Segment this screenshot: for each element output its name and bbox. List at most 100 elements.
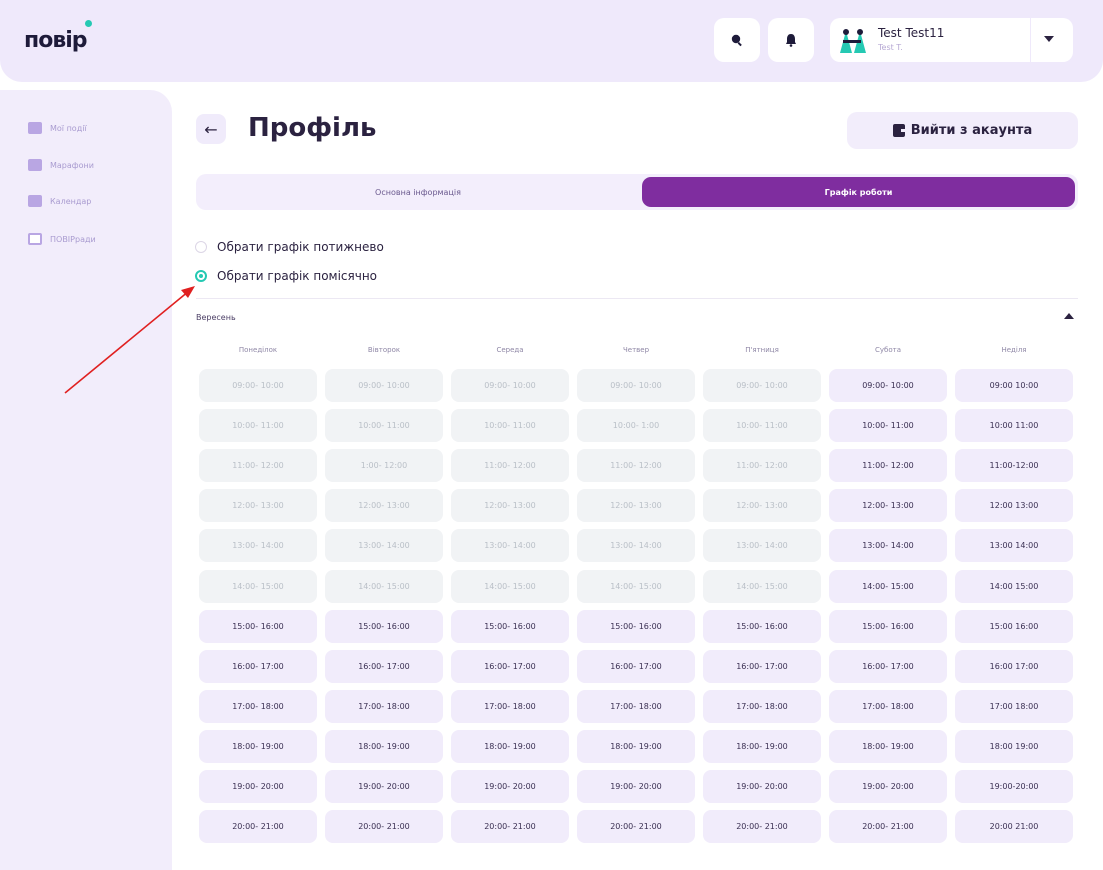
time-slot[interactable]: 20:00- 21:00 [829,810,947,843]
time-slot[interactable]: 15:00- 16:00 [577,610,695,643]
time-slot[interactable]: 20:00- 21:00 [325,810,443,843]
radio-option-weekly[interactable]: Обрати графік потижнево [195,240,384,254]
month-label: Вересень [196,313,236,322]
time-slot[interactable]: 17:00- 18:00 [451,690,569,723]
user-name: Test Test11 [878,26,945,40]
time-slot[interactable]: 20:00- 21:00 [451,810,569,843]
time-slot[interactable]: 19:00- 20:00 [577,770,695,803]
time-slot[interactable]: 16:00 17:00 [955,650,1073,683]
time-slot[interactable]: 16:00- 17:00 [451,650,569,683]
time-slot[interactable]: 09:00 10:00 [955,369,1073,402]
time-slot: 13:00- 14:00 [451,529,569,562]
time-slot[interactable]: 18:00 19:00 [955,730,1073,763]
sidebar-item-label: Календар [50,196,92,206]
time-slot: 09:00- 10:00 [451,369,569,402]
time-slot[interactable]: 20:00- 21:00 [577,810,695,843]
user-menu-divider [1030,18,1031,62]
day-header: П'ятниця [745,346,779,354]
profile-tabs: Основна інформація Графік роботи [196,174,1078,210]
time-slot[interactable]: 16:00- 17:00 [577,650,695,683]
time-slot[interactable]: 17:00- 18:00 [577,690,695,723]
chevron-down-icon[interactable] [1044,36,1054,42]
time-slot[interactable]: 13:00 14:00 [955,529,1073,562]
time-slot[interactable]: 18:00- 19:00 [829,730,947,763]
time-slot[interactable]: 18:00- 19:00 [451,730,569,763]
time-slot[interactable]: 10:00- 11:00 [829,409,947,442]
time-slot[interactable]: 15:00- 16:00 [451,610,569,643]
logout-button[interactable]: Вийти з акаунта [847,112,1078,149]
time-slot[interactable]: 19:00- 20:00 [451,770,569,803]
search-button[interactable] [714,18,760,62]
time-slot[interactable]: 18:00- 19:00 [577,730,695,763]
time-slot[interactable]: 16:00- 17:00 [829,650,947,683]
user-menu[interactable]: Test Test11 Test T. [830,18,1073,62]
time-slot[interactable]: 19:00- 20:00 [829,770,947,803]
time-slot[interactable]: 15:00- 16:00 [829,610,947,643]
time-slot[interactable]: 17:00- 18:00 [325,690,443,723]
time-slot[interactable]: 17:00- 18:00 [703,690,821,723]
time-slot: 14:00- 15:00 [451,570,569,603]
page-title: Профіль [248,113,377,143]
sidebar-item-calendar[interactable]: Календар [28,194,91,208]
logo[interactable]: повір [24,20,92,53]
time-slot: 12:00- 13:00 [577,489,695,522]
time-slot: 09:00- 10:00 [325,369,443,402]
time-slot[interactable]: 19:00- 20:00 [199,770,317,803]
search-icon [731,34,742,47]
time-slot: 11:00- 12:00 [199,449,317,482]
time-slot[interactable]: 20:00- 21:00 [703,810,821,843]
time-slot[interactable]: 09:00- 10:00 [829,369,947,402]
time-slot[interactable]: 12:00 13:00 [955,489,1073,522]
chevron-up-icon[interactable] [1064,313,1074,319]
time-slot[interactable]: 11:00- 12:00 [829,449,947,482]
section-divider [196,298,1078,299]
sidebar-item-marathons[interactable]: Марафони [28,158,94,172]
sidebar-item-povirradi[interactable]: ПОВІРради [28,232,96,246]
time-slot[interactable]: 19:00- 20:00 [703,770,821,803]
tab-work-schedule[interactable]: Графік роботи [642,177,1075,207]
time-slot[interactable]: 15:00- 16:00 [199,610,317,643]
time-slot[interactable]: 16:00- 17:00 [703,650,821,683]
time-slot[interactable]: 15:00- 16:00 [703,610,821,643]
notifications-button[interactable] [768,18,814,62]
day-header: Четвер [622,346,650,354]
radio-monthly[interactable] [195,270,207,282]
time-slot[interactable]: 16:00- 17:00 [199,650,317,683]
time-slot[interactable]: 14:00 15:00 [955,570,1073,603]
time-slot[interactable]: 18:00- 19:00 [325,730,443,763]
tab-basic-info[interactable]: Основна інформація [196,174,640,210]
time-slot[interactable]: 15:00- 16:00 [325,610,443,643]
back-button[interactable]: ← [196,114,226,144]
time-slot[interactable]: 20:00- 21:00 [199,810,317,843]
time-slot[interactable]: 11:00-12:00 [955,449,1073,482]
board-icon [28,233,42,245]
time-slot[interactable]: 17:00- 18:00 [829,690,947,723]
time-slot[interactable]: 19:00-20:00 [955,770,1073,803]
time-slot: 09:00- 10:00 [199,369,317,402]
day-header: Середа [496,346,524,354]
time-slot[interactable]: 20:00 21:00 [955,810,1073,843]
time-slot[interactable]: 18:00- 19:00 [199,730,317,763]
sidebar-item-label: Мої події [50,123,87,133]
time-slot[interactable]: 19:00- 20:00 [325,770,443,803]
time-slot[interactable]: 14:00- 15:00 [829,570,947,603]
time-slot[interactable]: 10:00 11:00 [955,409,1073,442]
radio-weekly[interactable] [195,241,207,253]
time-slot[interactable]: 18:00- 19:00 [703,730,821,763]
day-header: Неділя [1001,346,1027,354]
time-slot[interactable]: 15:00 16:00 [955,610,1073,643]
time-slot: 14:00- 15:00 [325,570,443,603]
time-slot[interactable]: 17:00- 18:00 [199,690,317,723]
day-header: Вівторок [367,346,401,354]
time-slot[interactable]: 16:00- 17:00 [325,650,443,683]
logout-label: Вийти з акаунта [910,123,1033,138]
time-slot: 14:00- 15:00 [199,570,317,603]
time-slot[interactable]: 12:00- 13:00 [829,489,947,522]
time-slot[interactable]: 17:00 18:00 [955,690,1073,723]
time-slot: 13:00- 14:00 [199,529,317,562]
radio-option-monthly[interactable]: Обрати графік помісячно [195,269,377,283]
time-slot[interactable]: 13:00- 14:00 [829,529,947,562]
sidebar-item-my-events[interactable]: Мої події [28,121,87,135]
time-slot: 10:00- 11:00 [451,409,569,442]
time-slot: 11:00- 12:00 [703,449,821,482]
